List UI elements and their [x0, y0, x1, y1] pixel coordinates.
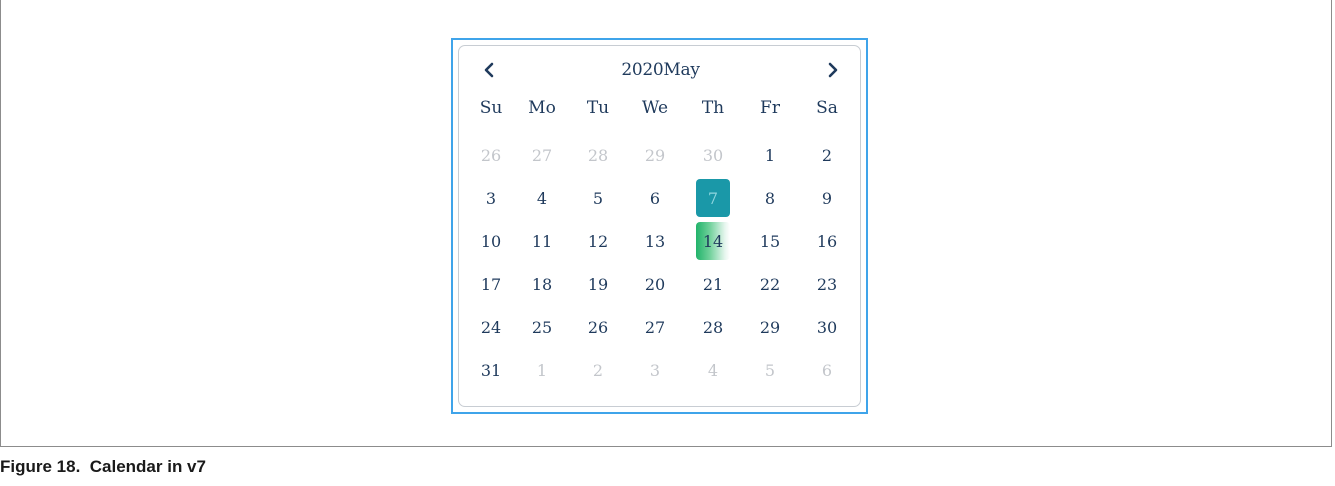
day-cell-outside-month[interactable]: 5 [753, 351, 787, 389]
day-cell[interactable]: 27 [638, 308, 672, 346]
day-cell[interactable]: 16 [810, 222, 844, 260]
day-cell[interactable]: 24 [474, 308, 508, 346]
figure-caption: Figure 18. Calendar in v7 [0, 457, 206, 476]
day-cell-outside-month[interactable]: 30 [696, 136, 730, 174]
day-cell-outside-month[interactable]: 4 [696, 351, 730, 389]
day-cell[interactable]: 12 [581, 222, 615, 260]
day-cell-outside-month[interactable]: 29 [638, 136, 672, 174]
day-cell-outside-month[interactable]: 28 [581, 136, 615, 174]
day-cell[interactable]: 1 [753, 136, 787, 174]
day-cell[interactable]: 28 [696, 308, 730, 346]
day-grid: 26 27 28 29 30 1 2 3 4 5 6 7 8 9 10 11 12 13 14 15 16 17 18 19 2… [459, 46, 862, 408]
day-cell[interactable]: 19 [581, 265, 615, 303]
day-cell[interactable]: 26 [581, 308, 615, 346]
day-cell-outside-month[interactable]: 6 [810, 351, 844, 389]
day-cell-outside-month[interactable]: 26 [474, 136, 508, 174]
day-cell[interactable]: 5 [581, 179, 615, 217]
day-cell-outside-month[interactable]: 27 [525, 136, 559, 174]
day-cell[interactable]: 20 [638, 265, 672, 303]
day-cell-today[interactable]: 14 [696, 222, 730, 260]
day-cell-selected[interactable]: 7 [696, 179, 730, 217]
calendar-widget: 2020May Su Mo Tu We Th Fr Sa 26 27 28 29 30 1 2 3 4 5 6 7… [458, 45, 861, 407]
day-cell[interactable]: 31 [474, 351, 508, 389]
day-cell[interactable]: 9 [810, 179, 844, 217]
day-cell[interactable]: 17 [474, 265, 508, 303]
day-cell[interactable]: 10 [474, 222, 508, 260]
day-cell[interactable]: 13 [638, 222, 672, 260]
day-cell[interactable]: 21 [696, 265, 730, 303]
day-cell[interactable]: 18 [525, 265, 559, 303]
day-cell[interactable]: 22 [753, 265, 787, 303]
day-cell[interactable]: 23 [810, 265, 844, 303]
day-cell[interactable]: 8 [753, 179, 787, 217]
day-cell[interactable]: 25 [525, 308, 559, 346]
day-cell[interactable]: 6 [638, 179, 672, 217]
day-cell[interactable]: 30 [810, 308, 844, 346]
day-cell-outside-month[interactable]: 3 [638, 351, 672, 389]
day-cell[interactable]: 29 [753, 308, 787, 346]
day-cell-outside-month[interactable]: 1 [525, 351, 559, 389]
day-cell[interactable]: 15 [753, 222, 787, 260]
day-cell[interactable]: 11 [525, 222, 559, 260]
day-cell[interactable]: 3 [474, 179, 508, 217]
day-cell[interactable]: 2 [810, 136, 844, 174]
day-cell-outside-month[interactable]: 2 [581, 351, 615, 389]
day-cell[interactable]: 4 [525, 179, 559, 217]
